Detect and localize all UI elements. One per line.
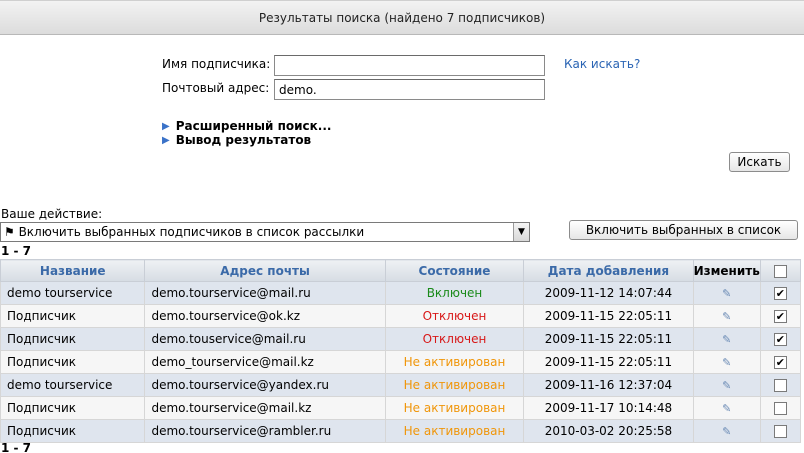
page-title: Результаты поиска (найдено 7 подписчиков… [258,10,546,25]
table-row: Подписчик demo.touservice@mail.ru Отключен… [0,327,802,351]
cell-name: demo tourservice [0,281,146,305]
cell-status: Не активирован [384,419,525,443]
cell-name: demo tourservice [0,373,146,397]
cell-email: demo.tourservice@ok.kz [144,304,386,328]
pencil-icon[interactable]: ✎ [722,425,731,438]
col-edit-header: Изменить [692,259,761,282]
output-results-toggle[interactable]: ▶ Вывод результатов [162,133,311,147]
search-button[interactable]: Искать [729,152,790,172]
cell-status: Не активирован [384,350,525,374]
output-results-label: Вывод результатов [175,133,312,147]
cell-select [759,396,802,420]
cell-email: demo.touservice@mail.ru [144,327,386,351]
range-top: 1 - 7 [1,244,32,258]
cell-edit: ✎ [692,304,761,328]
col-name-header[interactable]: Название [0,259,146,282]
row-checkbox[interactable]: ✔ [773,287,787,300]
email-label: Почтовый адрес: [162,81,270,95]
cell-email: demo.tourservice@mail.ru [144,281,386,305]
pencil-icon[interactable]: ✎ [722,379,731,392]
cell-edit: ✎ [692,373,761,397]
cell-edit: ✎ [692,396,761,420]
email-input[interactable] [274,79,545,100]
cell-select: ✔ [759,350,802,374]
cell-email: demo.tourservice@mail.kz [144,396,386,420]
cell-date: 2009-11-17 10:14:48 [523,396,694,420]
cell-date: 2009-11-15 22:05:11 [523,327,694,351]
col-date-header[interactable]: Дата добавления [523,259,694,282]
cell-date: 2009-11-15 22:05:11 [523,350,694,374]
advanced-search-label: Расширенный поиск... [175,119,332,133]
cell-edit: ✎ [692,350,761,374]
col-status-header[interactable]: Состояние [384,259,525,282]
cell-date: 2009-11-12 14:07:44 [523,281,694,305]
range-bottom: 1 - 7 [1,441,32,453]
cell-select: ✔ [759,304,802,328]
table-row: Подписчик demo.tourservice@mail.kz Не акти… [0,396,802,420]
cell-email: demo_tourservice@mail.kz [144,350,386,374]
cell-edit: ✎ [692,281,761,305]
cell-date: 2010-03-02 20:25:58 [523,419,694,443]
table-row: demo tourservice demo.tourservice@yandex.… [0,373,802,397]
cell-name: Подписчик [0,419,146,443]
cell-edit: ✎ [692,419,761,443]
cell-name: Подписчик [0,304,146,328]
pencil-icon[interactable]: ✎ [722,402,731,415]
table-row: Подписчик demo.tourservice@rambler.ru Не а… [0,419,802,443]
table-row: Подписчик demo.tourservice@ok.kz Отключен 2… [0,304,802,328]
action-label: Ваше действие: [1,207,103,221]
row-checkbox[interactable] [773,425,787,438]
cell-date: 2009-11-16 12:37:04 [523,373,694,397]
table-row: demo tourservice demo.tourservice@mail.ru… [0,281,802,305]
subscriber-name-input[interactable] [274,55,545,76]
cell-email: demo.tourservice@yandex.ru [144,373,386,397]
select-all-checkbox[interactable] [773,264,787,278]
row-checkbox[interactable] [773,379,787,392]
cell-status: Отключен [384,304,525,328]
col-select-all-header [759,259,802,282]
cell-status: Включен [384,281,525,305]
cell-status: Не активирован [384,396,525,420]
row-checkbox[interactable]: ✔ [773,310,787,323]
triangle-right-icon: ▶ [162,134,170,146]
how-to-search-link[interactable]: Как искать? [564,57,640,71]
cell-status: Отключен [384,327,525,351]
cell-select: ✔ [759,327,802,351]
cell-select: ✔ [759,281,802,305]
cell-email: demo.tourservice@rambler.ru [144,419,386,443]
advanced-search-toggle[interactable]: ▶ Расширенный поиск... [162,119,332,133]
pencil-icon[interactable]: ✎ [722,287,731,300]
pencil-icon[interactable]: ✎ [722,333,731,346]
action-select[interactable]: ⚑ Включить выбранных подписчиков в списо… [0,222,530,242]
cell-select [759,419,802,443]
action-selected-value: ⚑ Включить выбранных подписчиков в списо… [4,225,365,239]
row-checkbox[interactable] [773,402,787,415]
table-row: Подписчик demo_tourservice@mail.kz Не акти… [0,350,802,374]
pencil-icon[interactable]: ✎ [722,356,731,369]
pencil-icon[interactable]: ✎ [722,310,731,323]
row-checkbox[interactable]: ✔ [773,333,787,346]
cell-name: Подписчик [0,396,146,420]
results-header: Результаты поиска (найдено 7 подписчиков… [0,0,804,35]
triangle-right-icon: ▶ [162,120,170,132]
name-label: Имя подписчика: [162,57,271,71]
cell-status: Не активирован [384,373,525,397]
table-header-row: Название Адрес почты Состояние Дата доба… [0,259,802,282]
cell-name: Подписчик [0,327,146,351]
cell-name: Подписчик [0,350,146,374]
cell-select [759,373,802,397]
cell-date: 2009-11-15 22:05:11 [523,304,694,328]
chevron-down-icon[interactable]: ▼ [513,223,529,241]
subscribers-table: Название Адрес почты Состояние Дата доба… [0,259,802,443]
row-checkbox[interactable]: ✔ [773,356,787,369]
cell-edit: ✎ [692,327,761,351]
col-email-header[interactable]: Адрес почты [144,259,386,282]
apply-action-button[interactable]: Включить выбранных в список [569,220,798,240]
